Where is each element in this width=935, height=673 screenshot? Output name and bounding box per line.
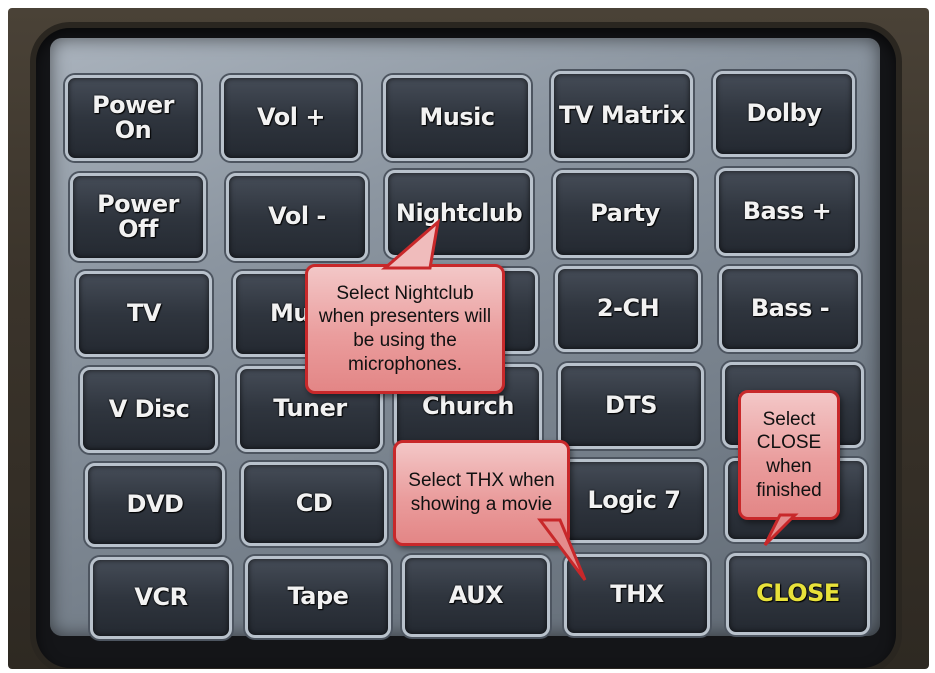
thx-button[interactable]: THX [564,554,710,636]
dvd-button[interactable]: DVD [85,463,225,547]
vol-up-button[interactable]: Vol + [221,75,361,161]
power-off-button[interactable]: Power Off [70,173,206,261]
close-button[interactable]: CLOSE [726,553,870,635]
tv-matrix-button[interactable]: TV Matrix [551,71,693,161]
bass-down-button[interactable]: Bass - [719,266,861,352]
tv-button[interactable]: TV [76,271,212,357]
nightclub-button[interactable]: Nightclub [385,170,533,258]
nightclub-callout: Select Nightclub when presenters will be… [305,264,505,394]
close-callout: Select CLOSE when finished [738,390,840,520]
cd-button[interactable]: CD [241,462,387,546]
power-on-button[interactable]: Power On [65,75,201,161]
v-disc-button[interactable]: V Disc [80,367,218,453]
bass-up-button[interactable]: Bass + [716,168,858,256]
aux-button[interactable]: AUX [402,555,550,637]
party-button[interactable]: Party [553,170,697,258]
dolby-button[interactable]: Dolby [713,71,855,157]
dts-button[interactable]: DTS [558,363,704,449]
vcr-button[interactable]: VCR [90,557,232,639]
thx-callout: Select THX when showing a movie [393,440,570,546]
vol-down-button[interactable]: Vol - [226,173,368,261]
logic-7-button[interactable]: Logic 7 [561,459,707,543]
tape-button[interactable]: Tape [245,556,391,638]
music-button[interactable]: Music [383,75,531,161]
two-channel-button[interactable]: 2-CH [555,266,701,352]
